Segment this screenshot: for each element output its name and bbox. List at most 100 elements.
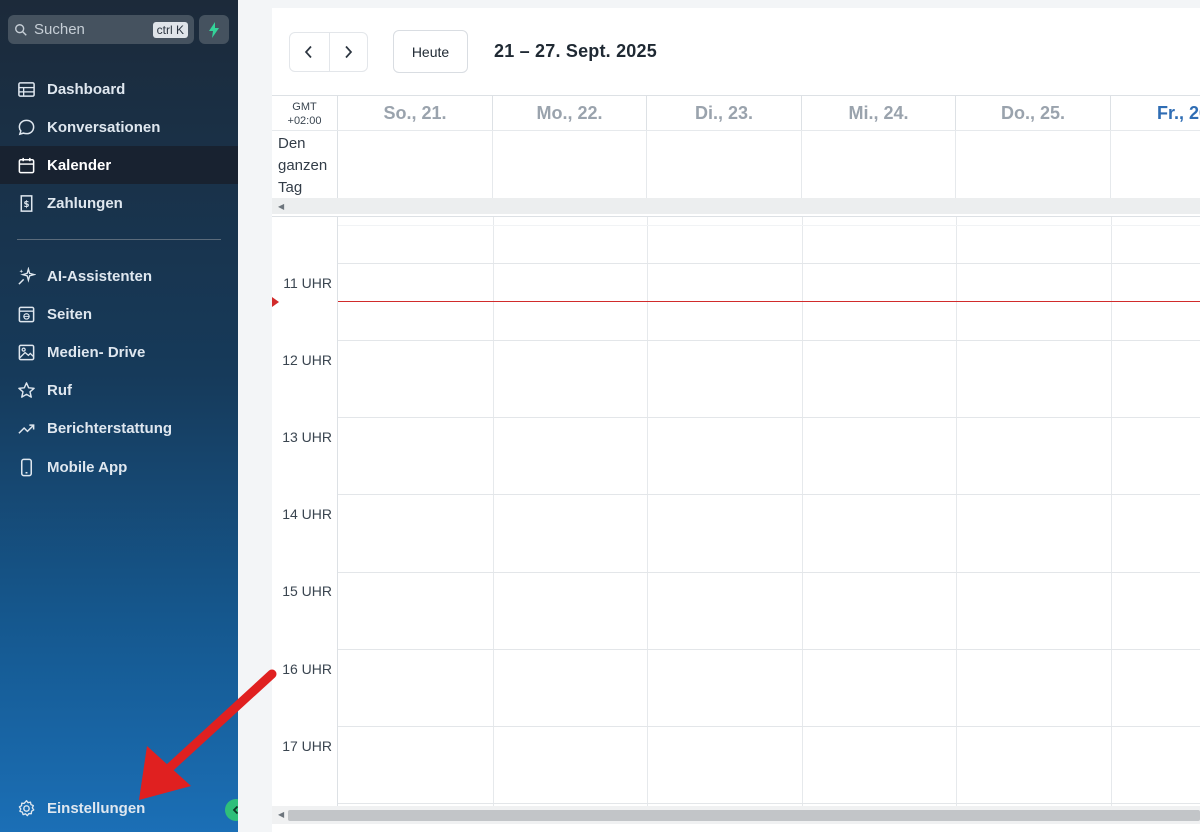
dashboard-icon bbox=[18, 81, 35, 97]
all-day-cell[interactable] bbox=[493, 131, 647, 199]
gear-icon bbox=[18, 799, 35, 816]
hour-line bbox=[338, 340, 1200, 341]
sidebar-item-einstellungen[interactable]: Einstellungen bbox=[0, 789, 238, 827]
today-button[interactable]: Heute bbox=[393, 30, 468, 73]
day-header-tuesday[interactable]: Di., 23. bbox=[647, 96, 802, 130]
sidebar-divider bbox=[17, 239, 221, 240]
sidebar-item-label: Einstellungen bbox=[47, 799, 146, 817]
time-label: 17 UHR bbox=[282, 738, 332, 754]
all-day-label-line: ganzen bbox=[278, 157, 328, 174]
trend-icon bbox=[18, 423, 35, 434]
day-header-friday[interactable]: Fr., 26. bbox=[1111, 96, 1200, 130]
day-header-thursday[interactable]: Do., 25. bbox=[956, 96, 1111, 130]
sidebar-item-ai-assistenten[interactable]: AI-Assistenten bbox=[0, 257, 238, 295]
sidebar-item-ruf[interactable]: Ruf bbox=[0, 371, 238, 409]
sidebar-item-label: Dashboard bbox=[47, 80, 126, 98]
time-label: 15 UHR bbox=[282, 583, 332, 599]
chevron-left-icon bbox=[305, 45, 312, 59]
time-label: 13 UHR bbox=[282, 429, 332, 445]
sidebar-item-label: Kalender bbox=[47, 156, 112, 174]
invoice-icon: $ bbox=[20, 194, 33, 212]
sidebar-item-konversationen[interactable]: Konversationen bbox=[0, 108, 238, 146]
time-label: 14 UHR bbox=[282, 506, 332, 522]
hour-line bbox=[338, 263, 1200, 264]
timezone-label: GMT +02:00 bbox=[272, 96, 338, 130]
sidebar-item-label: Mobile App bbox=[47, 458, 128, 476]
all-day-cell[interactable] bbox=[1111, 131, 1200, 199]
sidebar-item-dashboard[interactable]: Dashboard bbox=[0, 70, 238, 108]
phone-icon bbox=[20, 458, 33, 476]
scroll-left-icon: ◀ bbox=[278, 202, 285, 211]
all-day-cell[interactable] bbox=[802, 131, 956, 199]
all-day-scrollbar[interactable]: ◀ bbox=[272, 198, 1200, 214]
day-header-wednesday[interactable]: Mi., 24. bbox=[802, 96, 956, 130]
sidebar: Suchen ctrl K Dashboard Konversationen K… bbox=[0, 0, 247, 832]
column-divider bbox=[956, 217, 957, 806]
sparkle-icon bbox=[18, 266, 36, 285]
scroll-left-icon: ◀ bbox=[278, 810, 285, 819]
sidebar-item-kalender[interactable]: Kalender bbox=[0, 146, 238, 184]
chevron-right-icon bbox=[345, 45, 353, 59]
hour-line bbox=[338, 726, 1200, 727]
calendar-panel: Heute 21 – 27. Sept. 2025 GMT +02:00 So.… bbox=[272, 8, 1200, 832]
search-input[interactable]: Suchen ctrl K bbox=[8, 15, 194, 44]
search-icon bbox=[15, 23, 27, 36]
sidebar-item-mobile-app[interactable]: Mobile App bbox=[0, 448, 238, 486]
sidebar-item-label: Berichterstattung bbox=[47, 419, 173, 437]
previous-week-button[interactable] bbox=[290, 33, 329, 71]
day-header-sunday[interactable]: So., 21. bbox=[338, 96, 493, 130]
all-day-cell[interactable] bbox=[647, 131, 802, 199]
column-divider bbox=[1111, 217, 1112, 806]
current-time-line bbox=[338, 301, 1200, 302]
sidebar-item-label: Zahlungen bbox=[47, 194, 123, 212]
hour-line bbox=[338, 649, 1200, 650]
next-week-button[interactable] bbox=[328, 33, 368, 71]
time-label: 16 UHR bbox=[282, 661, 332, 677]
column-divider bbox=[647, 217, 648, 806]
svg-text:$: $ bbox=[24, 199, 30, 209]
time-label: 11 UHR bbox=[283, 275, 332, 291]
hour-line bbox=[338, 494, 1200, 495]
sidebar-item-label: Ruf bbox=[47, 381, 72, 399]
date-range-title: 21 – 27. Sept. 2025 bbox=[494, 41, 657, 61]
all-day-label-line: Den bbox=[278, 135, 306, 152]
all-day-label-line: Tag bbox=[278, 179, 303, 196]
column-divider bbox=[493, 217, 494, 806]
all-day-cell[interactable] bbox=[338, 131, 493, 199]
sidebar-item-label: Seiten bbox=[47, 305, 93, 323]
image-icon bbox=[18, 344, 35, 360]
time-label: 12 UHR bbox=[282, 352, 332, 368]
star-icon bbox=[18, 381, 35, 398]
calendar-icon bbox=[18, 157, 35, 173]
half-hour-line bbox=[338, 225, 1200, 226]
all-day-label: Den ganzen Tag bbox=[272, 131, 338, 199]
horizontal-scrollbar[interactable]: ◀ bbox=[272, 806, 1200, 824]
sidebar-item-label: Konversationen bbox=[47, 118, 161, 136]
search-placeholder: Suchen bbox=[34, 21, 85, 38]
page-icon bbox=[18, 306, 35, 322]
timezone-offset: +02:00 bbox=[287, 115, 322, 127]
week-navigation bbox=[289, 32, 368, 72]
all-day-row: Den ganzen Tag bbox=[272, 130, 1200, 199]
hour-line bbox=[338, 572, 1200, 573]
hour-line bbox=[338, 803, 1200, 804]
sidebar-item-berichterstattung[interactable]: Berichterstattung bbox=[0, 409, 238, 447]
timezone-name: GMT bbox=[292, 101, 317, 113]
hour-line bbox=[338, 417, 1200, 418]
calendar-header: GMT +02:00 So., 21. Mo., 22. Di., 23. Mi… bbox=[272, 95, 1200, 216]
quick-action-button[interactable] bbox=[199, 15, 229, 44]
search-shortcut-badge: ctrl K bbox=[152, 21, 188, 38]
sidebar-item-medien-drive[interactable]: Medien- Drive bbox=[0, 333, 238, 371]
all-day-cell[interactable] bbox=[956, 131, 1111, 199]
sidebar-item-zahlungen[interactable]: $ Zahlungen bbox=[0, 184, 238, 222]
lightning-icon bbox=[209, 21, 219, 38]
chat-bubble-icon bbox=[18, 119, 35, 135]
scrollbar-thumb[interactable] bbox=[288, 810, 1200, 821]
sidebar-item-label: Medien- Drive bbox=[47, 343, 146, 361]
column-divider bbox=[802, 217, 803, 806]
day-header-monday[interactable]: Mo., 22. bbox=[493, 96, 647, 130]
sidebar-item-seiten[interactable]: Seiten bbox=[0, 295, 238, 333]
main-area: Heute 21 – 27. Sept. 2025 GMT +02:00 So.… bbox=[238, 0, 1200, 832]
sidebar-item-label: AI-Assistenten bbox=[47, 267, 153, 285]
time-grid[interactable]: 11 UHR 12 UHR 13 UHR 14 UHR 15 UHR 16 UH… bbox=[272, 216, 1200, 806]
